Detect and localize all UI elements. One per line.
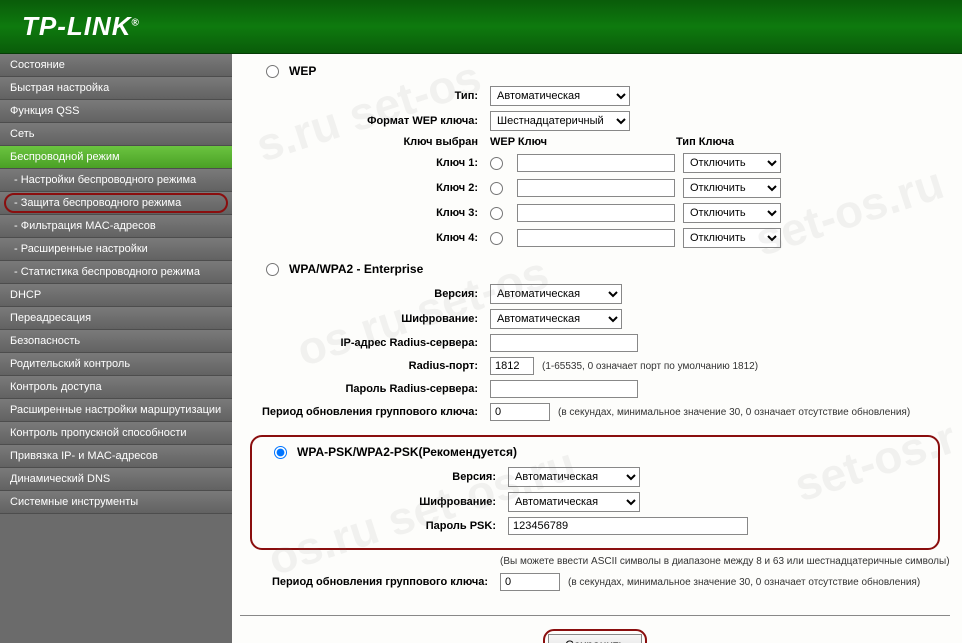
wep-key-1-type-select[interactable]: Отключить [683,153,781,173]
brand-logo: TP-LINK® [22,11,140,42]
wep-key-3-label: Ключ 3: [240,207,490,219]
wpa-ent-radio[interactable] [266,263,279,276]
wep-col-type: Тип Ключа [676,136,856,148]
sidebar-item-3[interactable]: Сеть [0,123,232,146]
sidebar-item-17[interactable]: Привязка IP- и MAC-адресов [0,445,232,468]
wpa-psk-groupkey-label: Период обновления группового ключа: [250,576,500,588]
wpa-ent-groupkey-hint: (в секундах, минимальное значение 30, 0 … [558,407,910,418]
wpa-ent-groupkey-input[interactable] [490,403,550,421]
wpa-psk-radio[interactable] [274,446,287,459]
radius-port-input[interactable] [490,357,534,375]
wpa-psk-groupkey-hint: (в секундах, минимальное значение 30, 0 … [568,577,920,588]
wep-format-select[interactable]: Шестнадцатеричный [490,111,630,131]
wep-type-label: Тип: [240,90,490,102]
wpa-ent-title: WPA/WPA2 - Enterprise [289,262,423,276]
sidebar-item-13[interactable]: Родительский контроль [0,353,232,376]
sidebar-item-4[interactable]: Беспроводной режим [0,146,232,169]
wpa-psk-version-select[interactable]: Автоматическая [508,467,640,487]
wep-key-4-input[interactable] [517,229,675,247]
wpa-enterprise-section: WPA/WPA2 - Enterprise Версия: Автоматиче… [240,262,950,421]
sidebar-item-8[interactable]: - Расширенные настройки [0,238,232,261]
wpa-ent-encryption-label: Шифрование: [240,313,490,325]
wep-type-select[interactable]: Автоматическая [490,86,630,106]
wep-col-key: WEP Ключ [490,136,668,148]
sidebar-item-2[interactable]: Функция QSS [0,100,232,123]
wep-key-3-input[interactable] [517,204,675,222]
wpa-psk-encryption-select[interactable]: Автоматическая [508,492,640,512]
radius-port-hint: (1-65535, 0 означает порт по умолчанию 1… [542,361,758,372]
wep-key-4-type-select[interactable]: Отключить [683,228,781,248]
sidebar-item-0[interactable]: Состояние [0,54,232,77]
psk-password-label: Пароль PSK: [258,520,508,532]
wep-section: WEP Тип: Автоматическая Формат WEP ключа… [240,64,950,248]
wpa-ent-version-label: Версия: [240,288,490,300]
wep-key-1-radio[interactable] [490,157,503,170]
psk-hint: (Вы можете ввести ASCII символы в диапаз… [500,556,950,567]
wep-key-4-label: Ключ 4: [240,232,490,244]
psk-password-input[interactable] [508,517,748,535]
wep-key-selected-label: Ключ выбран [240,136,490,148]
wep-format-label: Формат WEP ключа: [240,115,490,127]
sidebar-item-7[interactable]: - Фильтрация MAC-адресов [0,215,232,238]
wep-key-4-radio[interactable] [490,232,503,245]
radius-port-label: Radius-порт: [240,360,490,372]
wpa-psk-encryption-label: Шифрование: [258,496,508,508]
wpa-ent-version-select[interactable]: Автоматическая [490,284,622,304]
save-area: Сохранить [240,615,950,643]
wpa-ent-groupkey-label: Период обновления группового ключа: [240,406,490,418]
wep-key-3-type-select[interactable]: Отключить [683,203,781,223]
radius-ip-label: IP-адрес Radius-сервера: [240,337,490,349]
radius-ip-input[interactable] [490,334,638,352]
wep-key-2-input[interactable] [517,179,675,197]
wep-key-2-type-select[interactable]: Отключить [683,178,781,198]
wep-key-1-label: Ключ 1: [240,157,490,169]
wep-key-2-label: Ключ 2: [240,182,490,194]
radius-pass-label: Пароль Radius-сервера: [240,383,490,395]
sidebar-item-16[interactable]: Контроль пропускной способности [0,422,232,445]
save-button[interactable]: Сохранить [548,634,642,643]
sidebar-item-18[interactable]: Динамический DNS [0,468,232,491]
sidebar-item-9[interactable]: - Статистика беспроводного режима [0,261,232,284]
radius-pass-input[interactable] [490,380,638,398]
sidebar-item-15[interactable]: Расширенные настройки маршрутизации [0,399,232,422]
sidebar-nav: СостояниеБыстрая настройкаФункция QSSСет… [0,54,232,643]
sidebar-item-11[interactable]: Переадресация [0,307,232,330]
sidebar-item-12[interactable]: Безопасность [0,330,232,353]
sidebar-item-10[interactable]: DHCP [0,284,232,307]
sidebar-item-14[interactable]: Контроль доступа [0,376,232,399]
wpa-psk-groupkey-input[interactable] [500,573,560,591]
wep-radio[interactable] [266,65,279,78]
main-content: s.ru set-os os.ru set-os os.ru set-os.ru… [232,54,962,643]
sidebar-item-19[interactable]: Системные инструменты [0,491,232,514]
wep-key-2-radio[interactable] [490,182,503,195]
wep-key-1-input[interactable] [517,154,675,172]
wpa-psk-version-label: Версия: [258,471,508,483]
wep-key-3-radio[interactable] [490,207,503,220]
wep-title: WEP [289,64,316,78]
sidebar-item-6[interactable]: - Защита беспроводного режима [0,192,232,215]
sidebar-item-5[interactable]: - Настройки беспроводного режима [0,169,232,192]
wpa-psk-title: WPA-PSK/WPA2-PSK(Рекомендуется) [297,445,517,459]
sidebar-item-1[interactable]: Быстрая настройка [0,77,232,100]
header: TP-LINK® [0,0,962,54]
wpa-ent-encryption-select[interactable]: Автоматическая [490,309,622,329]
wpa-psk-section: WPA-PSK/WPA2-PSK(Рекомендуется) Версия: … [250,435,940,550]
